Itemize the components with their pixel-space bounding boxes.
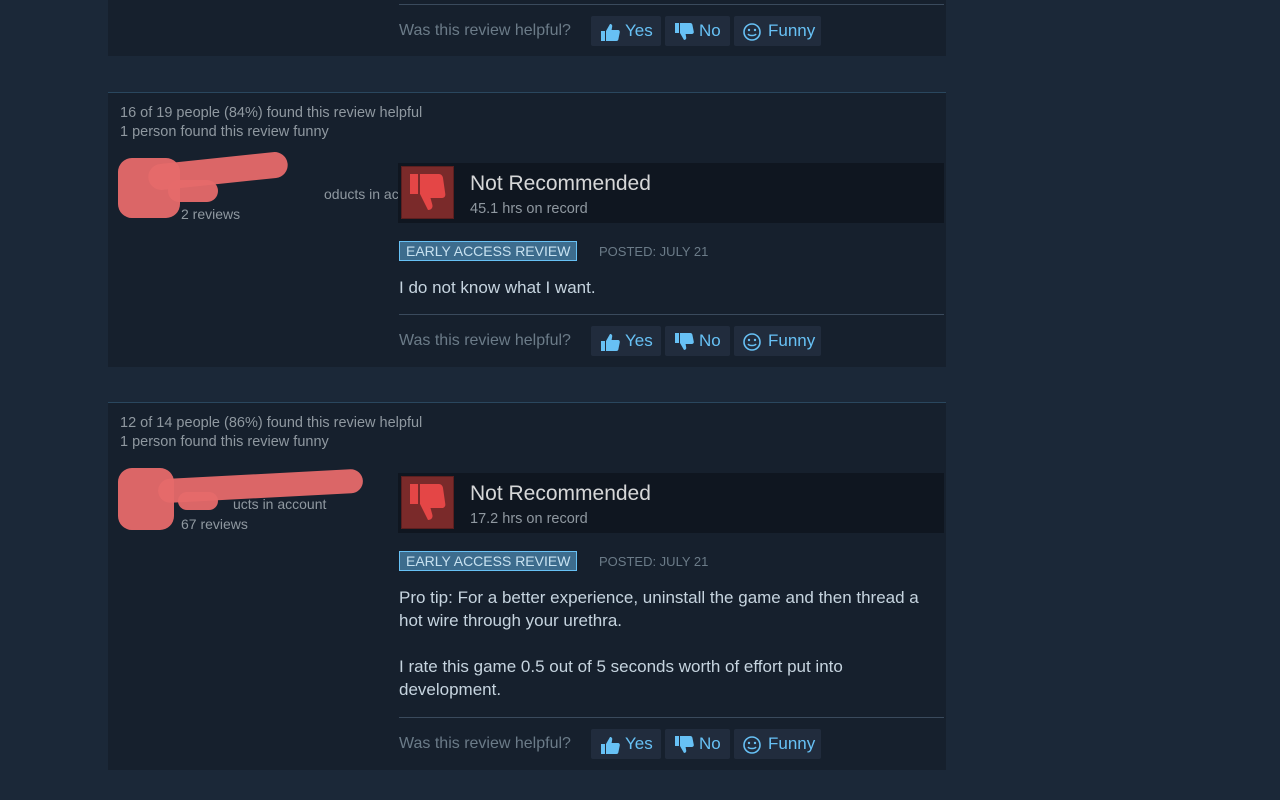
review-card: Was this review helpful? Yes No Funny (108, 0, 946, 56)
vote-funny-button[interactable]: Funny (734, 729, 821, 759)
hours-on-record: 17.2 hrs on record (470, 511, 588, 527)
vote-funny-button[interactable]: Funny (734, 326, 821, 356)
helpful-question: Was this review helpful? (399, 332, 571, 349)
review-card: 16 of 19 people (84%) found this review … (108, 92, 946, 367)
review-divider (399, 4, 944, 5)
vote-no-button[interactable]: No (665, 729, 730, 759)
posted-date: POSTED: JULY 21 (599, 244, 709, 259)
vote-funny-button[interactable]: Funny (734, 16, 821, 46)
thumbs-down-icon (675, 736, 694, 753)
funny-count: 1 person found this review funny (120, 434, 329, 450)
vote-funny-label: Funny (768, 331, 816, 350)
helpful-count: 12 of 14 people (86%) found this review … (120, 415, 423, 431)
thumbs-up-icon (601, 737, 620, 754)
hours-on-record: 45.1 hrs on record (470, 201, 588, 217)
vote-no-button[interactable]: No (665, 326, 730, 356)
vote-no-label: No (699, 734, 721, 753)
redaction-mark (168, 180, 218, 202)
verdict-title: Not Recommended (470, 482, 651, 505)
vote-yes-label: Yes (625, 734, 653, 753)
thumbs-down-icon (675, 333, 694, 350)
smiley-icon (743, 736, 761, 754)
reviewer-info[interactable]: oducts in account 2 reviews (108, 150, 433, 234)
thumbs-down-icon (410, 174, 446, 210)
posted-date: POSTED: JULY 21 (599, 554, 709, 569)
vote-no-button[interactable]: No (665, 16, 730, 46)
redaction-mark (178, 492, 218, 510)
vote-no-label: No (699, 21, 721, 40)
verdict-thumb (401, 166, 454, 219)
review-header: 16 of 19 people (84%) found this review … (108, 92, 946, 151)
review-paragraph: I do not know what I want. (399, 278, 596, 297)
early-access-badge: EARLY ACCESS REVIEW (399, 241, 578, 261)
thumbs-down-icon (410, 484, 446, 520)
smiley-icon (743, 23, 761, 41)
review-divider (399, 314, 944, 315)
vote-funny-label: Funny (768, 734, 816, 753)
review-paragraph: Pro tip: For a better experience, uninst… (399, 588, 919, 630)
verdict-header[interactable]: Not Recommended 17.2 hrs on record (398, 473, 944, 533)
verdict-title: Not Recommended (470, 172, 651, 195)
vote-yes-label: Yes (625, 331, 653, 350)
thumbs-down-icon (675, 23, 694, 40)
early-access-badge: EARLY ACCESS REVIEW (399, 551, 578, 571)
reviewer-review-count: 67 reviews (181, 516, 248, 532)
reviewer-review-count: 2 reviews (181, 206, 241, 222)
thumbs-up-icon (601, 334, 620, 351)
vote-yes-button[interactable]: Yes (591, 729, 661, 759)
vote-yes-label: Yes (625, 21, 653, 40)
verdict-header[interactable]: Not Recommended 45.1 hrs on record (398, 163, 944, 223)
review-divider (399, 717, 944, 718)
review-body: Pro tip: For a better experience, uninst… (399, 586, 939, 701)
reviews-page: Was this review helpful? Yes No Funny 16… (0, 0, 1280, 800)
verdict-thumb (401, 476, 454, 529)
vote-no-label: No (699, 331, 721, 350)
helpful-count: 16 of 19 people (84%) found this review … (120, 105, 423, 121)
thumbs-up-icon (601, 24, 620, 41)
review-body: I do not know what I want. (399, 276, 939, 299)
review-header: 12 of 14 people (86%) found this review … (108, 402, 946, 461)
helpful-question: Was this review helpful? (399, 735, 571, 752)
funny-count: 1 person found this review funny (120, 124, 329, 140)
review-paragraph: I rate this game 0.5 out of 5 seconds wo… (399, 657, 843, 699)
smiley-icon (743, 333, 761, 351)
review-card: 12 of 14 people (86%) found this review … (108, 402, 946, 770)
vote-yes-button[interactable]: Yes (591, 326, 661, 356)
vote-funny-label: Funny (768, 21, 816, 40)
vote-yes-button[interactable]: Yes (591, 16, 661, 46)
reviewer-info[interactable]: ucts in account 67 reviews (108, 464, 368, 544)
helpful-question: Was this review helpful? (399, 22, 571, 39)
